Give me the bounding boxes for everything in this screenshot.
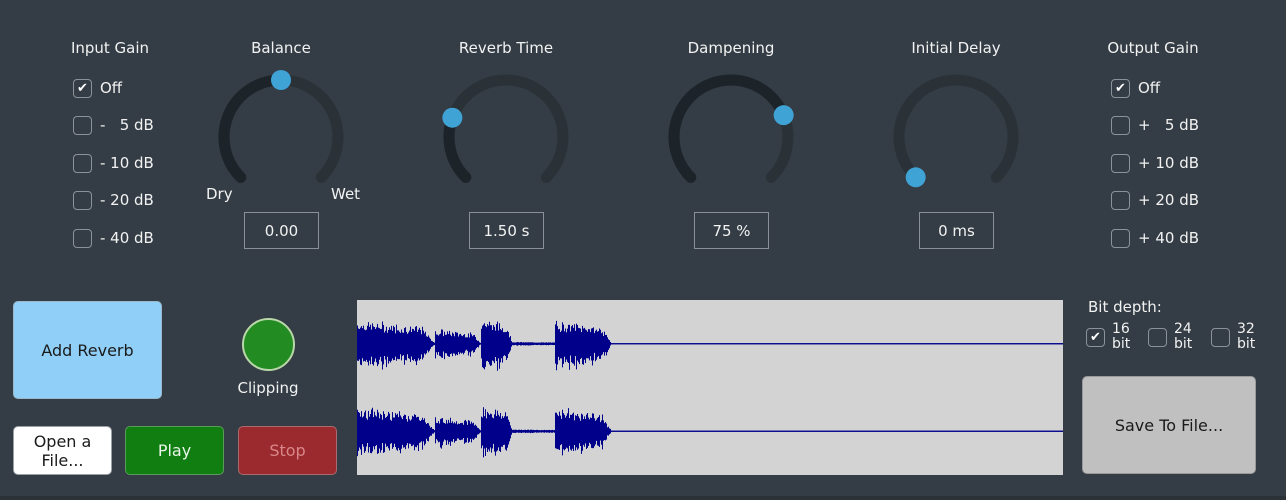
input-gain-option[interactable]: - 10 dB bbox=[73, 152, 154, 174]
checkmark-icon: ✔ bbox=[1090, 329, 1101, 345]
input-gain-option[interactable]: - 5 dB bbox=[73, 114, 154, 136]
checkbox[interactable] bbox=[73, 115, 92, 135]
option-label: + 10 dB bbox=[1138, 154, 1200, 172]
open-file-label-line2: File... bbox=[41, 450, 84, 470]
option-label: - 40 dB bbox=[100, 229, 154, 247]
bit-depth-unit: bit bbox=[1237, 336, 1256, 352]
waveform-channel-1 bbox=[357, 320, 1063, 371]
bottom-edge bbox=[0, 496, 1286, 500]
output-gain-option[interactable]: ✔ Off bbox=[1111, 77, 1160, 99]
waveform-svg bbox=[357, 320, 1063, 458]
play-label: Play bbox=[157, 441, 192, 460]
checkmark-icon: ✔ bbox=[1115, 80, 1126, 96]
input-gain-option[interactable]: - 40 dB bbox=[73, 227, 154, 249]
output-gain-title: Output Gain bbox=[1107, 39, 1199, 57]
checkbox[interactable]: ✔ bbox=[73, 78, 92, 98]
reverb-time-title: Reverb Time bbox=[458, 39, 554, 57]
initial-delay-track bbox=[893, 74, 1019, 183]
option-label: + 40 dB bbox=[1138, 229, 1200, 247]
option-label: - 5 dB bbox=[100, 116, 154, 134]
waveform-display[interactable] bbox=[357, 300, 1063, 475]
bit-depth-option-32[interactable]: 32 bit bbox=[1211, 322, 1255, 352]
reverb-time-knob[interactable] bbox=[436, 67, 576, 207]
stop-button[interactable]: Stop bbox=[238, 426, 337, 475]
checkbox[interactable] bbox=[1211, 327, 1230, 347]
bit-depth-number: 24 bbox=[1174, 321, 1192, 337]
option-label: Off bbox=[1138, 79, 1161, 97]
bit-depth-title: Bit depth: bbox=[1088, 298, 1162, 316]
dampening-title: Dampening bbox=[687, 39, 775, 57]
output-gain-option[interactable]: + 5 dB bbox=[1111, 114, 1199, 136]
save-to-file-button[interactable]: Save To File... bbox=[1082, 376, 1256, 474]
initial-delay-thumb[interactable] bbox=[905, 167, 926, 188]
clipping-label: Clipping bbox=[237, 379, 299, 397]
option-label: Off bbox=[100, 79, 123, 97]
dampening-value-field[interactable]: 75 % bbox=[694, 212, 769, 249]
checkbox[interactable]: ✔ bbox=[1086, 327, 1105, 347]
balance-thumb[interactable] bbox=[271, 70, 291, 90]
checkbox[interactable] bbox=[1111, 190, 1130, 210]
checkbox[interactable]: ✔ bbox=[1111, 78, 1130, 98]
output-gain-option[interactable]: + 40 dB bbox=[1111, 227, 1199, 249]
reverb-time-thumb[interactable] bbox=[442, 107, 463, 128]
reverb-time-track bbox=[443, 74, 569, 183]
option-label: - 20 dB bbox=[100, 191, 154, 209]
balance-min-label: Dry bbox=[206, 185, 233, 203]
input-gain-title: Input Gain bbox=[70, 39, 150, 57]
bit-depth-label: 16 bit bbox=[1112, 322, 1130, 352]
output-gain-option[interactable]: + 10 dB bbox=[1111, 152, 1199, 174]
option-label: + 20 dB bbox=[1138, 191, 1200, 209]
bit-depth-label: 24 bit bbox=[1174, 322, 1192, 352]
checkbox[interactable] bbox=[1111, 115, 1130, 135]
bit-depth-option-24[interactable]: 24 bit bbox=[1148, 322, 1192, 352]
play-button[interactable]: Play bbox=[125, 426, 224, 475]
checkbox[interactable] bbox=[1111, 228, 1130, 248]
output-gain-option[interactable]: + 20 dB bbox=[1111, 189, 1199, 211]
balance-value-field[interactable]: 0.00 bbox=[244, 212, 319, 249]
add-reverb-label: Add Reverb bbox=[41, 340, 134, 360]
initial-delay-title: Initial Delay bbox=[911, 39, 1001, 57]
dampening-knob[interactable] bbox=[661, 67, 801, 207]
checkbox[interactable] bbox=[73, 190, 92, 210]
checkmark-icon: ✔ bbox=[77, 80, 88, 96]
input-gain-option[interactable]: - 20 dB bbox=[73, 189, 154, 211]
balance-max-label: Wet bbox=[331, 185, 361, 203]
checkbox[interactable] bbox=[73, 228, 92, 248]
open-file-button[interactable]: Open a File... bbox=[13, 426, 112, 475]
initial-delay-value-field[interactable]: 0 ms bbox=[919, 212, 994, 249]
reverb-time-value-field[interactable]: 1.50 s bbox=[469, 212, 544, 249]
initial-delay-knob[interactable] bbox=[886, 67, 1026, 207]
checkbox[interactable] bbox=[1111, 153, 1130, 173]
dampening-thumb[interactable] bbox=[773, 105, 794, 126]
clipping-indicator bbox=[242, 318, 295, 371]
dampening-value-arc bbox=[668, 74, 790, 183]
bit-depth-unit: bit bbox=[1174, 336, 1193, 352]
bit-depth-option-16[interactable]: ✔ 16 bit bbox=[1086, 322, 1130, 352]
bit-depth-label: 32 bit bbox=[1237, 322, 1255, 352]
checkbox[interactable] bbox=[73, 153, 92, 173]
add-reverb-button[interactable]: Add Reverb bbox=[13, 301, 162, 399]
checkbox[interactable] bbox=[1148, 327, 1167, 347]
waveform-channel-2 bbox=[357, 407, 1063, 458]
bit-depth-unit: bit bbox=[1112, 336, 1131, 352]
option-label: - 10 dB bbox=[100, 154, 154, 172]
balance-title: Balance bbox=[251, 39, 311, 57]
input-gain-option[interactable]: ✔ Off bbox=[73, 77, 122, 99]
bit-depth-number: 32 bbox=[1237, 321, 1255, 337]
bit-depth-number: 16 bbox=[1112, 321, 1130, 337]
balance-value-arc bbox=[218, 74, 287, 183]
open-file-label-line1: Open a bbox=[33, 431, 92, 451]
save-to-file-label: Save To File... bbox=[1114, 415, 1224, 435]
option-label: + 5 dB bbox=[1138, 116, 1199, 134]
stop-label: Stop bbox=[269, 441, 306, 460]
